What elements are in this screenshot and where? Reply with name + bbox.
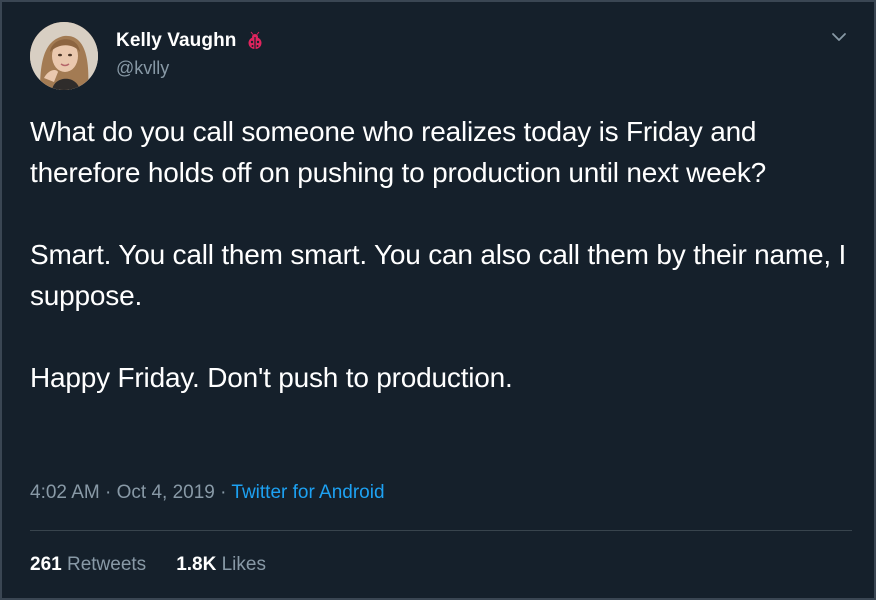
tweet-time[interactable]: 4:02 AM xyxy=(30,482,100,503)
tweet-text: What do you call someone who realizes to… xyxy=(30,112,860,439)
tweet-header: Kelly Vaughn @kvlly xyxy=(30,22,854,92)
meta-separator: · xyxy=(105,482,112,503)
tweet-paragraph: What do you call someone who realizes to… xyxy=(30,116,767,188)
meta-separator: · xyxy=(220,482,227,503)
tweet-stats: 261 Retweets 1.8K Likes xyxy=(30,554,266,576)
retweets-count: 261 xyxy=(30,554,62,575)
divider xyxy=(30,530,852,531)
likes-stat[interactable]: 1.8K Likes xyxy=(176,554,266,576)
tweet-date[interactable]: Oct 4, 2019 xyxy=(117,482,215,503)
tweet-card: Kelly Vaughn @kvlly What do you call som… xyxy=(0,0,876,600)
author-name-row: Kelly Vaughn xyxy=(116,30,265,52)
tweet-source-link[interactable]: Twitter for Android xyxy=(231,482,384,503)
tweet-meta: 4:02 AM · Oct 4, 2019 · Twitter for Andr… xyxy=(30,482,385,504)
chevron-down-icon[interactable] xyxy=(828,26,850,48)
tweet-paragraph: Smart. You call them smart. You can also… xyxy=(30,238,847,311)
likes-label: Likes xyxy=(221,554,266,575)
retweets-stat[interactable]: 261 Retweets xyxy=(30,554,146,576)
retweets-label: Retweets xyxy=(66,554,147,575)
likes-count: 1.8K xyxy=(176,554,217,575)
author-info: Kelly Vaughn @kvlly xyxy=(116,30,265,79)
avatar[interactable] xyxy=(30,22,98,90)
author-display-name[interactable]: Kelly Vaughn xyxy=(116,30,237,52)
ladybug-icon xyxy=(245,31,265,51)
author-handle[interactable]: @kvlly xyxy=(116,58,265,79)
tweet-paragraph: Happy Friday. Don't push to production. xyxy=(30,361,513,393)
